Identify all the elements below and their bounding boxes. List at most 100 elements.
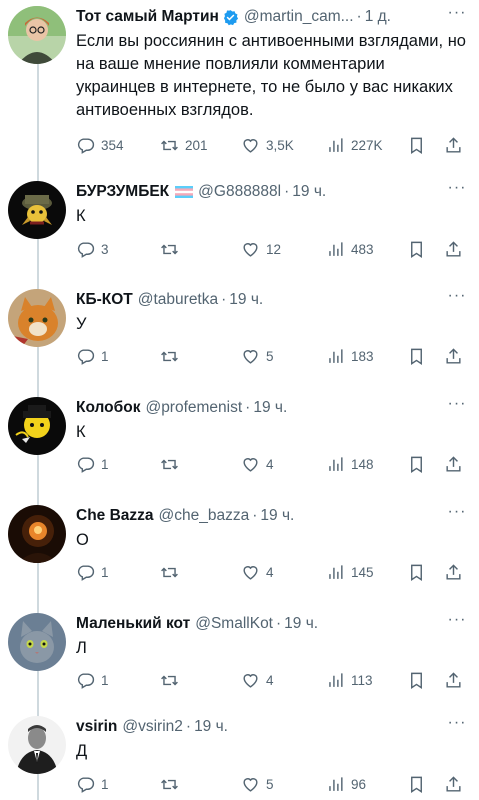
views-button[interactable]: 227K [326, 136, 383, 155]
action-bar: 1 5 183 [76, 344, 467, 368]
like-button[interactable]: 5 [241, 775, 274, 794]
author-handle[interactable]: @profemenist [145, 399, 242, 417]
more-icon[interactable]: ··· [447, 714, 467, 734]
author-handle[interactable]: @taburetka [138, 291, 218, 309]
bookmark-button[interactable] [407, 240, 426, 259]
tweet[interactable]: Маленький кот @SmallKot · 19 ч. ··· Л 1 … [0, 611, 479, 708]
timestamp[interactable]: 19 ч. [253, 399, 287, 417]
like-button[interactable]: 12 [241, 240, 281, 259]
views-button[interactable]: 113 [326, 671, 373, 690]
avatar[interactable] [8, 6, 66, 64]
reply-button[interactable]: 1 [76, 671, 109, 690]
retweet-button[interactable] [160, 775, 179, 794]
bookmark-button[interactable] [407, 775, 426, 794]
like-icon [243, 349, 258, 364]
retweet-icon [161, 459, 178, 469]
timestamp[interactable]: 19 ч. [194, 718, 228, 736]
views-button[interactable]: 145 [326, 563, 374, 582]
author-name[interactable]: Колобок [76, 399, 140, 417]
author-name[interactable]: Маленький кот [76, 615, 190, 633]
share-button[interactable] [444, 671, 463, 690]
tweet[interactable]: Колобок @profemenist · 19 ч. ··· К 1 4 1… [0, 395, 479, 492]
bookmark-button[interactable] [407, 563, 426, 582]
share-button[interactable] [444, 455, 463, 474]
tweet[interactable]: Che Bazza @che_bazza · 19 ч. ··· О 1 4 1… [0, 503, 479, 600]
retweet-button[interactable] [160, 671, 179, 690]
like-button[interactable]: 3,5K [241, 136, 294, 155]
more-icon[interactable]: ··· [447, 611, 467, 631]
reply-button[interactable]: 3 [76, 240, 109, 259]
author-handle[interactable]: @martin_cam... [244, 8, 354, 26]
views-button[interactable]: 183 [326, 347, 374, 366]
action-bar: 1 5 96 [76, 772, 467, 796]
timestamp[interactable]: 19 ч. [229, 291, 263, 309]
retweet-button[interactable] [160, 240, 179, 259]
like-button[interactable]: 4 [241, 563, 274, 582]
tweet-text: Л [76, 639, 87, 657]
bookmark-button[interactable] [407, 136, 426, 155]
more-icon[interactable]: ··· [447, 4, 467, 24]
avatar[interactable] [8, 716, 66, 774]
share-button[interactable] [444, 347, 463, 366]
timestamp[interactable]: 1 д. [365, 8, 391, 26]
tweet[interactable]: БУРЗУМБЕК @G888888l · 19 ч. ··· К 3 12 4… [0, 179, 479, 276]
reply-button[interactable]: 1 [76, 775, 109, 794]
separator-dot: · [276, 615, 282, 632]
avatar[interactable] [8, 289, 66, 347]
tweet-text: У [76, 315, 87, 333]
share-button[interactable] [444, 240, 463, 259]
retweet-button[interactable] [160, 455, 179, 474]
author-handle[interactable]: @vsirin2 [122, 718, 183, 736]
timestamp[interactable]: 19 ч. [292, 183, 326, 201]
author-handle[interactable]: @SmallKot [195, 615, 273, 633]
share-button[interactable] [444, 775, 463, 794]
author-handle[interactable]: @che_bazza [159, 507, 250, 525]
more-icon[interactable]: ··· [447, 179, 467, 199]
author-name[interactable]: БУРЗУМБЕК [76, 183, 169, 201]
like-button[interactable]: 4 [241, 455, 274, 474]
separator-dot: · [221, 291, 227, 308]
share-button[interactable] [444, 563, 463, 582]
author-name[interactable]: Che Bazza [76, 507, 154, 525]
like-icon [243, 777, 258, 792]
like-count: 3,5K [266, 137, 294, 153]
author-name[interactable]: КБ-КОТ [76, 291, 133, 309]
reply-button[interactable]: 1 [76, 455, 109, 474]
bookmark-button[interactable] [407, 671, 426, 690]
like-button[interactable]: 4 [241, 671, 274, 690]
author-handle[interactable]: @G888888l [198, 183, 281, 201]
action-bar: 1 4 145 [76, 560, 467, 584]
tweet[interactable]: Тот самый Мартин @martin_cam... · 1 д. ·… [0, 4, 479, 166]
views-button[interactable]: 96 [326, 775, 366, 794]
views-button[interactable]: 148 [326, 455, 374, 474]
like-button[interactable]: 5 [241, 347, 274, 366]
bookmark-button[interactable] [407, 455, 426, 474]
tweet-text: О [76, 531, 89, 549]
avatar[interactable] [8, 397, 66, 455]
retweet-button[interactable] [160, 563, 179, 582]
avatar[interactable] [8, 181, 66, 239]
retweet-icon [161, 140, 178, 150]
share-button[interactable] [444, 136, 463, 155]
author-name[interactable]: Тот самый Мартин [76, 8, 219, 26]
tweet[interactable]: vsirin @vsirin2 · 19 ч. ··· Д 1 5 96 [0, 714, 479, 800]
reply-button[interactable]: 354 [76, 136, 124, 155]
retweet-button[interactable] [160, 347, 179, 366]
retweet-icon [161, 351, 178, 361]
more-icon[interactable]: ··· [447, 287, 467, 307]
avatar[interactable] [8, 505, 66, 563]
timestamp[interactable]: 19 ч. [284, 615, 318, 633]
action-bar: 1 4 148 [76, 452, 467, 476]
bookmark-button[interactable] [407, 347, 426, 366]
views-button[interactable]: 483 [326, 240, 374, 259]
reply-button[interactable]: 1 [76, 347, 109, 366]
more-icon[interactable]: ··· [447, 395, 467, 415]
reply-button[interactable]: 1 [76, 563, 109, 582]
avatar[interactable] [8, 613, 66, 671]
more-icon[interactable]: ··· [447, 503, 467, 523]
retweet-button[interactable]: 201 [160, 136, 208, 155]
author-name[interactable]: vsirin [76, 718, 117, 736]
tweet[interactable]: КБ-КОТ @taburetka · 19 ч. ··· У 1 5 183 [0, 287, 479, 384]
timestamp[interactable]: 19 ч. [260, 507, 294, 525]
views-icon [329, 456, 343, 471]
